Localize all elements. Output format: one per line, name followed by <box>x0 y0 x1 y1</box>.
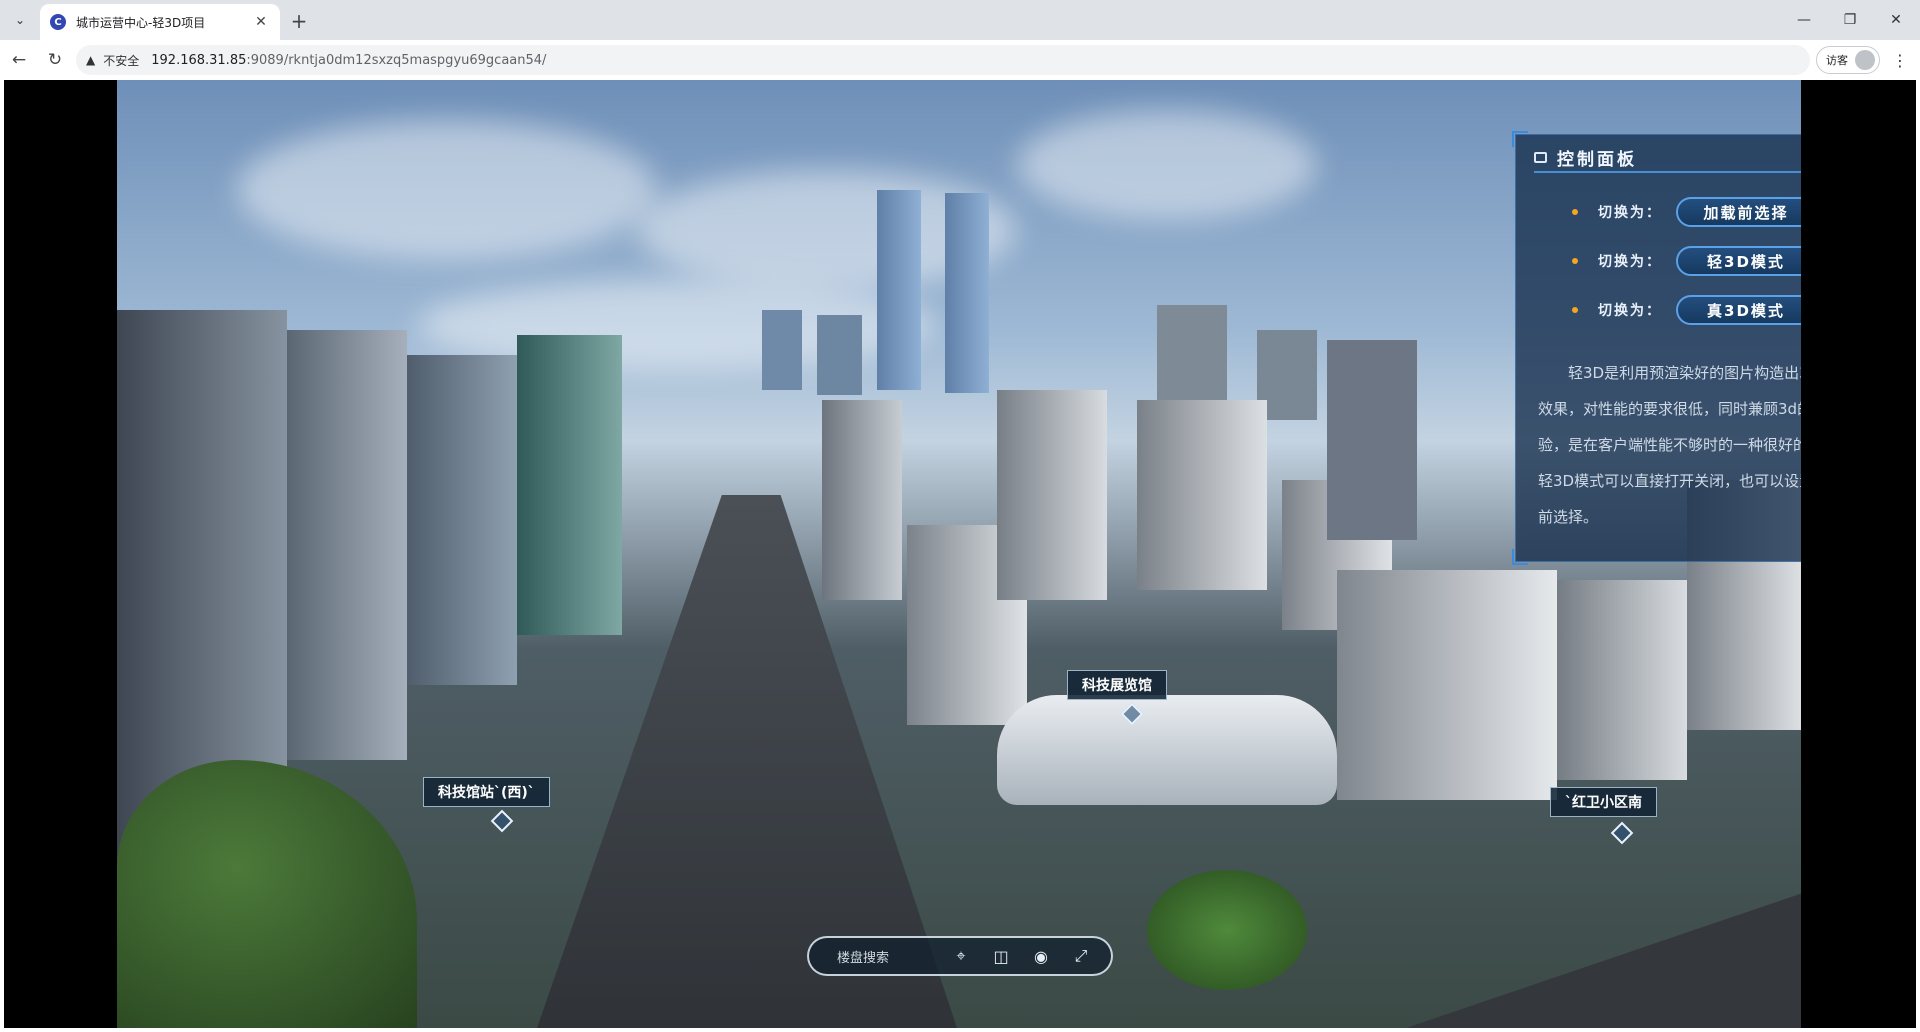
poi-label-community-south[interactable]: `红卫小区南 <box>1550 787 1657 817</box>
tree-cluster <box>1147 870 1307 990</box>
cross-road <box>1406 893 1801 1028</box>
restore-icon: ❐ <box>1843 12 1857 28</box>
residential-building <box>997 390 1107 600</box>
profile-label: 访客 <box>1826 54 1848 67</box>
residential-building <box>1327 340 1417 540</box>
residential-tower <box>407 355 517 685</box>
close-tab-button[interactable]: ✕ <box>252 13 270 31</box>
minimize-icon: — <box>1797 12 1811 28</box>
chevron-down-icon: ⌄ <box>14 13 26 27</box>
cloud <box>1017 110 1317 220</box>
more-vertical-icon: ⋮ <box>1892 50 1908 70</box>
new-tab-button[interactable]: + <box>286 8 312 34</box>
panel-corner <box>1512 131 1528 147</box>
city-3d-scene[interactable]: 科技展览馆 科技馆站`(西)` `红卫小区南 控制面板 切换为： 加载前选择 切… <box>117 80 1801 1028</box>
panel-description: 轻3D是利用预渲染好的图片构造出3D的视觉效果，对性能的要求很低，同时兼顾3d的… <box>1538 364 1801 526</box>
url-host: 192.168.31.85 <box>151 52 247 68</box>
back-button[interactable]: ← <box>6 47 32 73</box>
bullet-icon <box>1572 307 1578 313</box>
bullet-icon <box>1572 209 1578 215</box>
preload-choice-button[interactable]: 加载前选择 <box>1676 197 1801 227</box>
reload-button[interactable]: ↻ <box>42 47 68 73</box>
close-icon: ✕ <box>1890 12 1902 28</box>
poi-label-station-west[interactable]: 科技馆站`(西)` <box>423 777 550 807</box>
address-bar[interactable]: ▲ 不安全 192.168.31.85:9089/rkntja0dm12sxzq… <box>76 45 1810 75</box>
option-label: 切换为： <box>1598 205 1662 221</box>
tab-title: 城市运营中心-轻3D项目 <box>76 15 206 30</box>
fullscreen-icon[interactable]: ⤢ <box>1061 941 1101 971</box>
close-icon: ✕ <box>255 14 267 30</box>
arrow-left-icon: ← <box>11 50 27 70</box>
eye-icon[interactable]: ◉ <box>1021 941 1061 971</box>
close-window-button[interactable]: ✕ <box>1876 8 1916 32</box>
building-search-input[interactable]: 楼盘搜索 <box>837 947 941 966</box>
profile-button[interactable]: 访客 <box>1816 46 1880 74</box>
light-3d-mode-button[interactable]: 轻3D模式 <box>1676 246 1801 276</box>
tree-cluster <box>117 760 417 1028</box>
restore-button[interactable]: ❐ <box>1830 8 1870 32</box>
tab-list-button[interactable]: ⌄ <box>6 7 34 33</box>
insecure-label: 不安全 <box>103 53 140 68</box>
panel-corner <box>1512 549 1528 565</box>
favicon-icon: C <box>50 14 66 30</box>
tab-active[interactable]: C 城市运营中心-轻3D项目 ✕ <box>40 4 280 40</box>
url-path: :9089/rkntja0dm12sxzq5maspgyu69gcaan54/ <box>246 52 547 68</box>
panel-list-icon <box>1534 151 1547 163</box>
distant-building <box>817 315 862 395</box>
cloud <box>237 120 657 260</box>
glass-tower <box>945 193 989 393</box>
residential-building <box>1137 400 1267 590</box>
reload-icon: ↻ <box>47 50 63 70</box>
distant-building <box>762 310 802 390</box>
real-3d-mode-button[interactable]: 真3D模式 <box>1676 295 1801 325</box>
residential-building <box>1337 570 1557 800</box>
mode-option-row: 切换为： 真3D模式 <box>1572 295 1801 325</box>
option-label: 切换为： <box>1598 254 1662 270</box>
residential-building <box>822 400 902 600</box>
minimize-button[interactable]: — <box>1784 8 1824 32</box>
location-marker-icon[interactable] <box>1610 821 1634 845</box>
layers-icon[interactable]: ◫ <box>981 941 1021 971</box>
glass-tower <box>877 190 921 390</box>
residential-building <box>1557 580 1687 780</box>
scene-toolbar: 楼盘搜索 ⌖ ◫ ◉ ⤢ <box>807 936 1113 976</box>
tab-bar: ⌄ C 城市运营中心-轻3D项目 ✕ + — ❐ ✕ <box>0 0 1920 40</box>
mode-option-row: 切换为： 轻3D模式 <box>1572 246 1801 276</box>
option-label: 切换为： <box>1598 303 1662 319</box>
poi-label-science-hall[interactable]: 科技展览馆 <box>1067 670 1167 700</box>
panel-header: 控制面板 <box>1534 143 1801 173</box>
browser-toolbar: ← ↻ ▲ 不安全 192.168.31.85:9089/rkntja0dm12… <box>0 40 1920 80</box>
browser-menu-button[interactable]: ⋮ <box>1888 48 1912 72</box>
mode-option-row: 切换为： 加载前选择 <box>1572 197 1801 227</box>
glass-tower <box>517 335 622 635</box>
panel-title: 控制面板 <box>1557 149 1637 170</box>
location-marker-icon[interactable] <box>490 809 514 833</box>
page-viewport: 科技展览馆 科技馆站`(西)` `红卫小区南 控制面板 切换为： 加载前选择 切… <box>4 80 1916 1028</box>
bullet-icon <box>1572 258 1578 264</box>
warning-icon: ▲ <box>86 53 96 67</box>
distant-building <box>1157 305 1227 415</box>
plus-icon: + <box>290 9 308 33</box>
residential-tower <box>287 330 407 760</box>
avatar <box>1855 50 1875 70</box>
mouse-pointer-icon[interactable]: ⌖ <box>941 941 981 971</box>
control-panel: 控制面板 切换为： 加载前选择 切换为： 轻3D模式 切换为： 真3D模式 轻3… <box>1512 131 1801 565</box>
science-hall-building <box>997 695 1337 805</box>
